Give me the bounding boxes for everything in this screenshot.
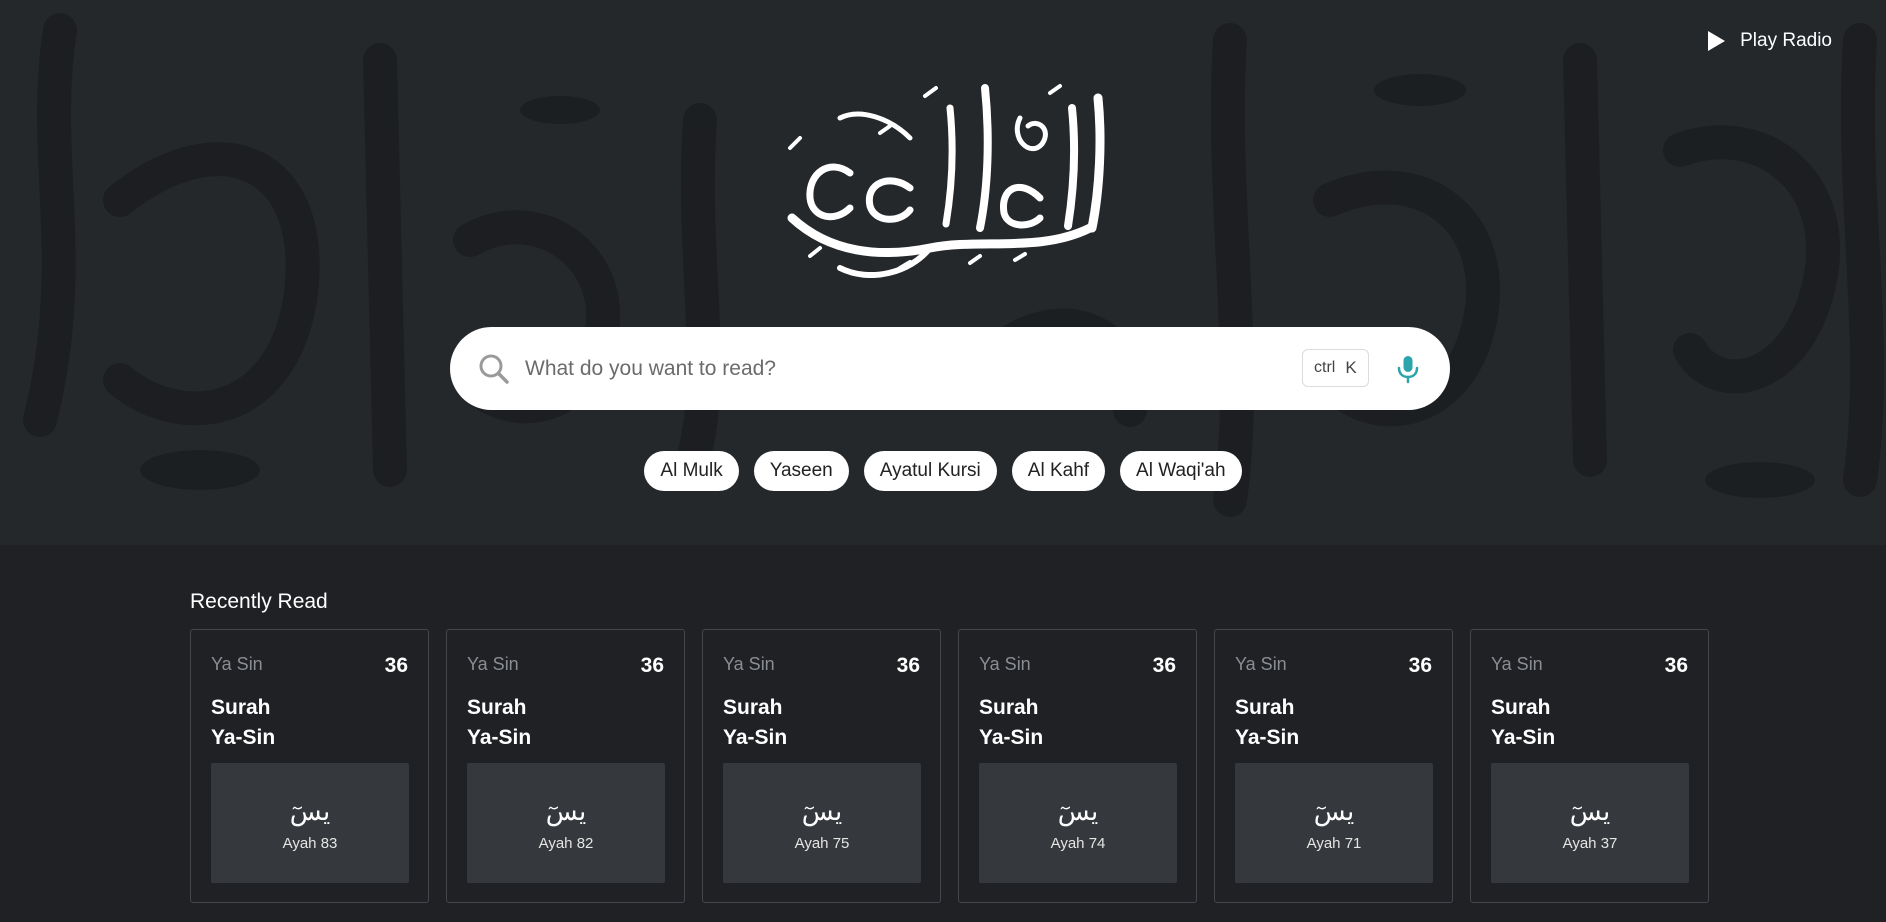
card-ayah-label: Ayah 71 — [1306, 835, 1362, 852]
recent-card[interactable]: Ya Sin 36 Surah Ya-Sin يسٓ Ayah 71 — [1214, 629, 1453, 903]
card-title: Surah Ya-Sin — [979, 693, 1159, 753]
microphone-icon[interactable] — [1392, 353, 1424, 385]
card-ayah-label: Ayah 74 — [1050, 835, 1106, 852]
shortcut-key-label: K — [1345, 358, 1357, 377]
chip-yaseen[interactable]: Yaseen — [753, 451, 849, 491]
card-title-line2: Ya-Sin — [1491, 726, 1556, 749]
card-arabic-name: يسٓ — [545, 797, 587, 827]
card-arabic-name: يسٓ — [801, 797, 843, 827]
card-title-line1: Surah — [1491, 696, 1551, 719]
card-ayah-label: Ayah 75 — [794, 835, 850, 852]
play-radio-button[interactable]: Play Radio — [1706, 30, 1832, 52]
card-surah-number: 36 — [1152, 654, 1176, 677]
card-surah-number: 36 — [1408, 654, 1432, 677]
search-icon — [479, 354, 509, 384]
card-title: Surah Ya-Sin — [1235, 693, 1415, 753]
recent-card[interactable]: Ya Sin 36 Surah Ya-Sin يسٓ Ayah 74 — [958, 629, 1197, 903]
quick-links: Al Mulk Yaseen Ayatul Kursi Al Kahf Al W… — [0, 451, 1886, 491]
play-radio-label: Play Radio — [1740, 30, 1832, 51]
card-title-line1: Surah — [979, 696, 1039, 719]
card-ayah-panel: يسٓ Ayah 82 — [467, 763, 665, 883]
card-title-line2: Ya-Sin — [979, 726, 1044, 749]
card-arabic-name: يسٓ — [1057, 797, 1099, 827]
card-ayah-label: Ayah 37 — [1562, 835, 1618, 852]
recently-read-list: Ya Sin 36 Surah Ya-Sin يسٓ Ayah 83 Ya Sin… — [190, 629, 1710, 922]
card-title-line2: Ya-Sin — [723, 726, 788, 749]
card-ayah-panel: يسٓ Ayah 83 — [211, 763, 409, 883]
chip-ayatul-kursi[interactable]: Ayatul Kursi — [863, 451, 997, 491]
card-ayah-panel: يسٓ Ayah 37 — [1491, 763, 1689, 883]
hero-section: Play Radio What do you want to read? ctr… — [0, 0, 1886, 545]
search-input[interactable] — [523, 347, 1227, 391]
shortcut-ctrl-label: ctrl — [1314, 359, 1336, 376]
card-surah-name: Ya Sin — [1235, 654, 1287, 674]
card-arabic-name: يسٓ — [1313, 797, 1355, 827]
card-surah-number: 36 — [384, 654, 408, 677]
card-ayah-panel: يسٓ Ayah 75 — [723, 763, 921, 883]
recent-card[interactable]: Ya Sin 36 Surah Ya-Sin يسٓ Ayah 83 — [190, 629, 429, 903]
chip-al-mulk[interactable]: Al Mulk — [644, 451, 739, 491]
card-surah-number: 36 — [640, 654, 664, 677]
card-title-line1: Surah — [211, 696, 271, 719]
card-title: Surah Ya-Sin — [467, 693, 647, 753]
card-title: Surah Ya-Sin — [1491, 693, 1671, 753]
recent-card[interactable]: Ya Sin 36 Surah Ya-Sin يسٓ Ayah 75 — [702, 629, 941, 903]
keyboard-shortcut-hint: ctrl K — [1302, 349, 1369, 387]
play-icon — [1708, 31, 1726, 51]
quran-logo — [787, 84, 1105, 278]
card-title-line2: Ya-Sin — [211, 726, 276, 749]
card-arabic-name: يسٓ — [1569, 797, 1611, 827]
recently-read-heading: Recently Read — [190, 590, 328, 613]
card-surah-number: 36 — [896, 654, 920, 677]
recent-card[interactable]: Ya Sin 36 Surah Ya-Sin يسٓ Ayah 37 — [1470, 629, 1709, 903]
card-ayah-label: Ayah 82 — [538, 835, 594, 852]
card-surah-number: 36 — [1664, 654, 1688, 677]
chip-al-kahf[interactable]: Al Kahf — [1011, 451, 1106, 491]
card-surah-name: Ya Sin — [723, 654, 775, 674]
chip-al-waqiah[interactable]: Al Waqi'ah — [1120, 451, 1242, 491]
card-surah-name: Ya Sin — [1491, 654, 1543, 674]
card-surah-name: Ya Sin — [467, 654, 519, 674]
card-title: Surah Ya-Sin — [211, 693, 391, 753]
card-surah-name: Ya Sin — [979, 654, 1031, 674]
card-title-line1: Surah — [1235, 696, 1295, 719]
card-ayah-panel: يسٓ Ayah 74 — [979, 763, 1177, 883]
card-title-line2: Ya-Sin — [1235, 726, 1300, 749]
card-surah-name: Ya Sin — [211, 654, 263, 674]
card-title-line1: Surah — [723, 696, 783, 719]
recent-card[interactable]: Ya Sin 36 Surah Ya-Sin يسٓ Ayah 82 — [446, 629, 685, 903]
search-bar[interactable]: ctrl K — [450, 327, 1450, 410]
card-ayah-label: Ayah 83 — [282, 835, 338, 852]
card-title-line2: Ya-Sin — [467, 726, 532, 749]
card-title-line1: Surah — [467, 696, 527, 719]
card-arabic-name: يسٓ — [289, 797, 331, 827]
card-ayah-panel: يسٓ Ayah 71 — [1235, 763, 1433, 883]
card-title: Surah Ya-Sin — [723, 693, 903, 753]
